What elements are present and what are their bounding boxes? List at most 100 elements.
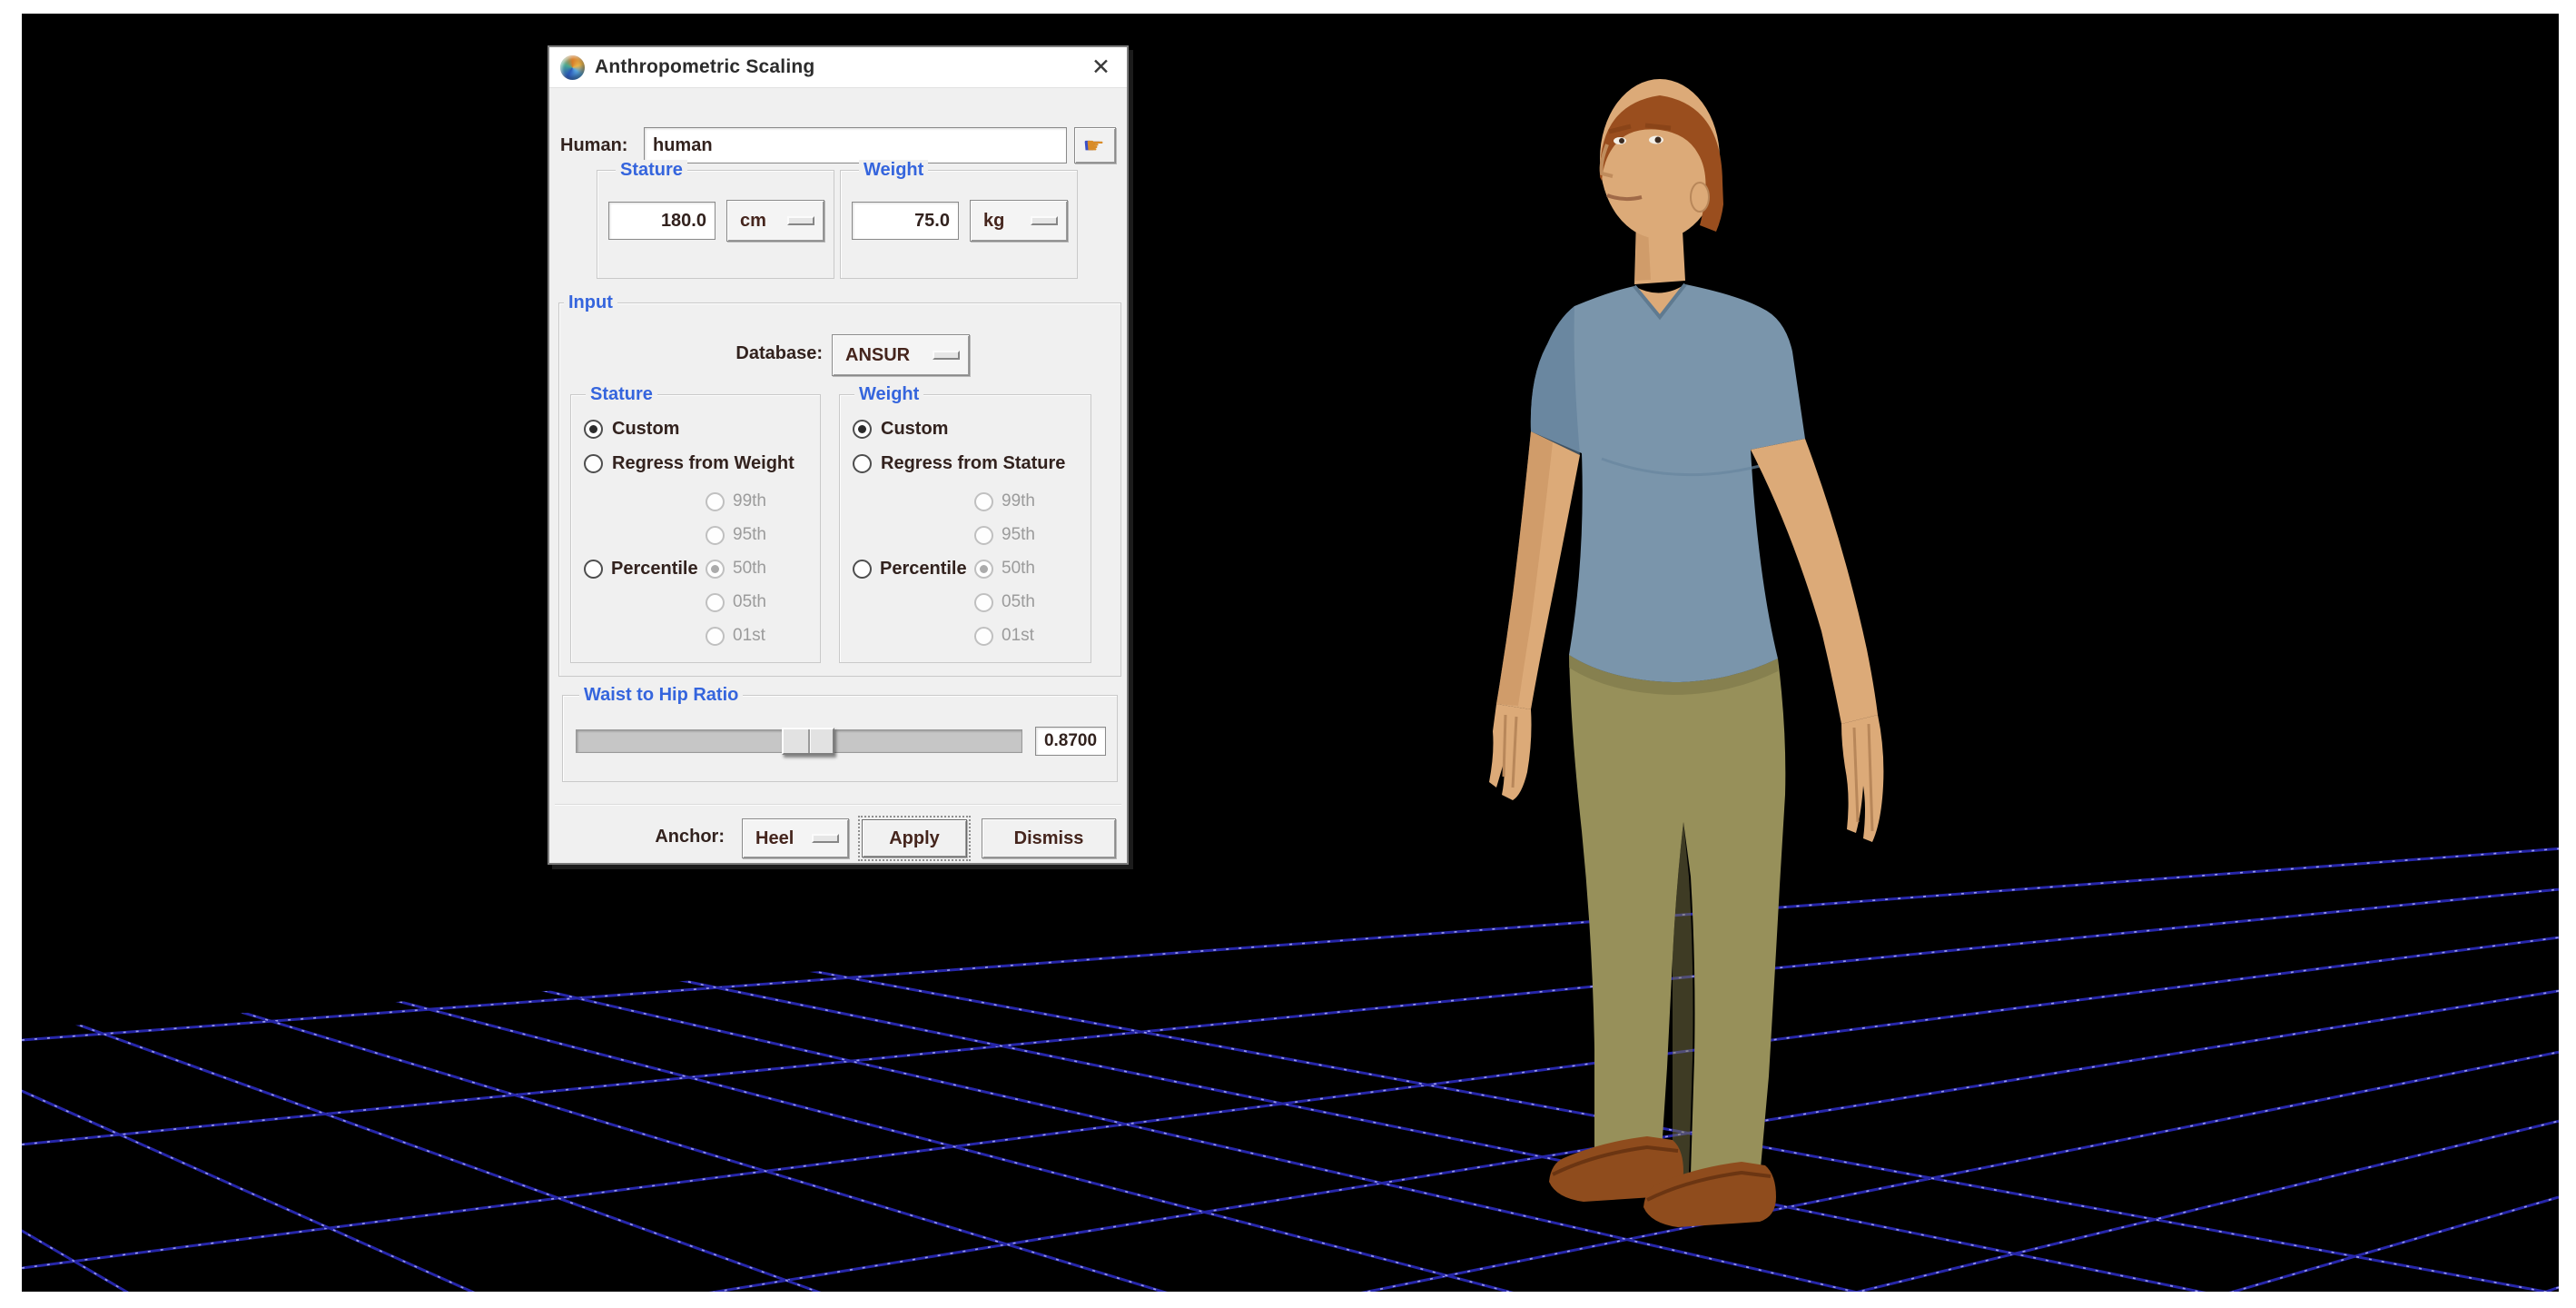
radio-label: Custom <box>881 419 948 440</box>
radio-label: Percentile <box>611 559 698 580</box>
weight-mode-group: Weight Custom Regress from Stature Perce… <box>839 394 1091 663</box>
3d-viewport[interactable] <box>22 14 2559 1292</box>
apply-focus-ring: Apply <box>858 816 971 861</box>
stature-01st-option[interactable]: 01st <box>706 620 765 651</box>
weight-value-input[interactable]: 75.0 <box>852 202 959 240</box>
weight-50th-option[interactable]: 50th <box>974 553 1035 584</box>
whr-slider-thumb[interactable] <box>782 728 834 755</box>
radio-label: 05th <box>1002 592 1035 612</box>
waist-hip-ratio-group: Waist to Hip Ratio 0.8700 <box>562 695 1118 782</box>
radio-button[interactable] <box>584 420 603 439</box>
radio-label: Percentile <box>880 559 967 580</box>
anthropometric-scaling-dialog: Anthropometric Scaling ✕ Human: human ☛ … <box>548 45 1129 865</box>
radio-button[interactable] <box>853 454 872 473</box>
radio-label: 99th <box>1002 491 1035 511</box>
weight-95th-option[interactable]: 95th <box>974 520 1035 550</box>
database-value: ANSUR <box>845 345 910 366</box>
radio-button[interactable] <box>706 627 725 646</box>
stature-value-input[interactable]: 180.0 <box>608 202 716 240</box>
floor-grid <box>22 14 2559 1292</box>
stature-regress-option[interactable]: Regress from Weight <box>584 448 795 479</box>
radio-button[interactable] <box>584 454 603 473</box>
input-section: Input Database: ANSUR Stature Custom Reg… <box>558 302 1121 677</box>
radio-label: 50th <box>733 559 766 579</box>
close-icon[interactable]: ✕ <box>1086 56 1116 79</box>
radio-button[interactable] <box>853 560 872 579</box>
weight-unit-value: kg <box>983 211 1004 232</box>
pick-human-button[interactable]: ☛ <box>1074 127 1116 164</box>
figure-left-pupil <box>1619 138 1624 144</box>
shirt-left-shadow <box>1531 306 1580 455</box>
radio-label: 95th <box>733 525 766 545</box>
stature-mode-legend: Stature <box>586 384 657 404</box>
whr-slider[interactable] <box>576 729 1022 753</box>
radio-button[interactable] <box>974 560 993 579</box>
radio-button[interactable] <box>584 560 603 579</box>
radio-label: 99th <box>733 491 766 511</box>
radio-button[interactable] <box>706 560 725 579</box>
weight-regress-option[interactable]: Regress from Stature <box>853 448 1065 479</box>
stature-95th-option[interactable]: 95th <box>706 520 766 550</box>
stature-legend: Stature <box>616 160 687 180</box>
radio-button[interactable] <box>974 593 993 612</box>
stature-05th-option[interactable]: 05th <box>706 587 766 618</box>
figure-right-hand <box>1841 715 1883 842</box>
radio-label: Regress from Weight <box>612 453 795 474</box>
stature-99th-option[interactable]: 99th <box>706 486 766 517</box>
database-dropdown[interactable]: ANSUR <box>832 334 970 376</box>
human-label: Human: <box>560 135 644 156</box>
figure-left-hand <box>1489 704 1532 800</box>
weight-custom-option[interactable]: Custom <box>853 413 948 444</box>
radio-label: 01st <box>733 626 765 646</box>
whr-row: 0.8700 <box>576 723 1106 759</box>
human-figure-model[interactable] <box>1466 68 1938 1240</box>
stature-unit-value: cm <box>740 211 766 232</box>
app-logo-icon <box>560 55 585 80</box>
radio-label: Regress from Stature <box>881 453 1065 474</box>
dropdown-dash-icon <box>812 834 839 843</box>
radio-button[interactable] <box>974 526 993 545</box>
weight-legend: Weight <box>859 160 928 180</box>
stature-unit-row: 180.0 cm <box>608 200 824 242</box>
radio-label: 50th <box>1002 559 1035 579</box>
weight-05th-option[interactable]: 05th <box>974 587 1035 618</box>
stature-mode-group: Stature Custom Regress from Weight Perce… <box>570 394 821 663</box>
figure-ear <box>1691 183 1709 212</box>
figure-right-pupil <box>1655 137 1662 144</box>
weight-99th-option[interactable]: 99th <box>974 486 1035 517</box>
radio-button[interactable] <box>706 526 725 545</box>
stature-50th-option[interactable]: 50th <box>706 553 766 584</box>
dropdown-dash-icon <box>787 216 814 225</box>
human-name-input[interactable]: human <box>644 127 1067 164</box>
stature-custom-option[interactable]: Custom <box>584 413 679 444</box>
radio-label: Custom <box>612 419 679 440</box>
radio-label: 95th <box>1002 525 1035 545</box>
whr-legend: Waist to Hip Ratio <box>579 685 743 705</box>
radio-label: 05th <box>733 592 766 612</box>
radio-button[interactable] <box>706 593 725 612</box>
dismiss-button[interactable]: Dismiss <box>982 818 1116 858</box>
dialog-body: Human: human ☛ Stature 180.0 cm Weight 7… <box>549 88 1127 864</box>
pointing-hand-icon: ☛ <box>1086 135 1105 156</box>
anchor-dropdown[interactable]: Heel <box>742 818 849 858</box>
weight-unit-row: 75.0 kg <box>852 200 1068 242</box>
database-row: Database: ANSUR <box>559 334 1120 378</box>
weight-unit-dropdown[interactable]: kg <box>970 200 1068 242</box>
radio-button[interactable] <box>706 492 725 511</box>
database-label: Database: <box>735 343 823 364</box>
dialog-titlebar[interactable]: Anthropometric Scaling ✕ <box>549 47 1127 88</box>
whr-value-input[interactable]: 0.8700 <box>1035 727 1106 756</box>
stature-value-group: Stature 180.0 cm <box>597 170 834 279</box>
radio-button[interactable] <box>974 492 993 511</box>
radio-button[interactable] <box>853 420 872 439</box>
apply-button[interactable]: Apply <box>862 819 967 857</box>
weight-percentile-option[interactable]: Percentile <box>853 553 967 584</box>
weight-01st-option[interactable]: 01st <box>974 620 1034 651</box>
dropdown-dash-icon <box>933 351 960 360</box>
dialog-footer: Anchor: Heel Apply Dismiss <box>549 818 1127 860</box>
stature-unit-dropdown[interactable]: cm <box>726 200 824 242</box>
dialog-title: Anthropometric Scaling <box>595 56 1086 78</box>
radio-button[interactable] <box>974 627 993 646</box>
radio-label: 01st <box>1002 626 1034 646</box>
stature-percentile-option[interactable]: Percentile <box>584 553 698 584</box>
